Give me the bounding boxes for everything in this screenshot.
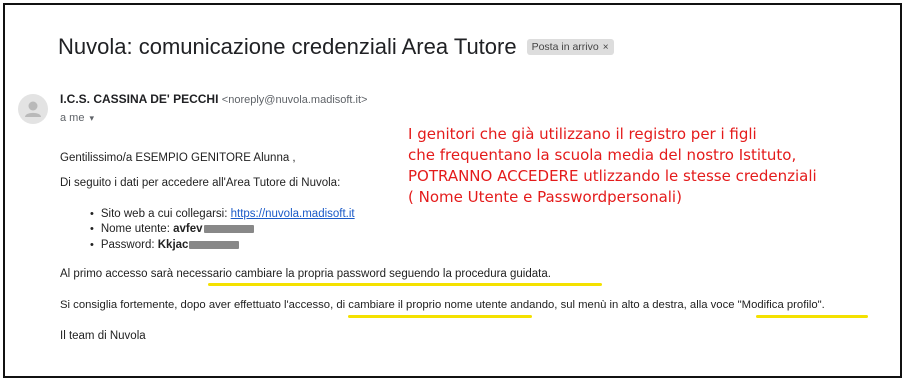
annotation-line: POTRANNO ACCEDERE utlizzando le stesse c…: [408, 167, 817, 185]
annotation-line: che frequentano la scuola media del nost…: [408, 146, 797, 164]
first-access-text: Al primo accesso sarà necessario cambiar…: [60, 268, 551, 280]
username-value: avfev: [173, 223, 203, 236]
annotation-line: I genitori che già utilizzano il registr…: [408, 125, 757, 143]
highlight-underline: [348, 315, 532, 318]
intro-text: Di seguito i dati per accedere all'Area …: [60, 177, 341, 189]
username-label: Nome utente:: [100, 223, 170, 236]
inbox-label-chip[interactable]: Posta in arrivo ×: [526, 39, 614, 55]
list-item-site: Sito web a cui collegarsi: https://nuvol…: [90, 206, 355, 222]
subject-row: Nuvola: comunicazione credenziali Area T…: [58, 34, 614, 60]
signature-text: Il team di Nuvola: [60, 330, 146, 342]
chevron-down-icon[interactable]: ▾: [90, 113, 95, 123]
highlight-underline: [756, 315, 868, 318]
password-value: Kkjac: [157, 238, 189, 251]
sender-line: I.C.S. CASSINA DE' PECCHI <noreply@nuvol…: [60, 92, 367, 106]
site-label: Sito web a cui collegarsi:: [100, 207, 228, 220]
site-link[interactable]: https://nuvola.madisoft.it: [231, 208, 355, 220]
annotation-note: I genitori che già utilizzano il registr…: [408, 124, 817, 208]
sender-avatar: [18, 94, 48, 124]
credentials-list: Sito web a cui collegarsi: https://nuvol…: [90, 206, 355, 253]
annotation-line: ( Nome Utente e Passwordpersonali): [408, 188, 682, 206]
list-item-username: Nome utente: avfev: [90, 222, 355, 238]
redaction-bar: [189, 240, 240, 249]
remove-label-icon[interactable]: ×: [603, 42, 609, 53]
advice-text: Si consiglia fortemente, dopo aver effet…: [60, 299, 825, 311]
person-icon: [25, 101, 41, 117]
recipient-line[interactable]: a me ▾: [60, 112, 94, 124]
highlight-underline: [208, 283, 602, 286]
redaction-bar: [203, 225, 254, 234]
inbox-label-text: Posta in arrivo: [531, 41, 599, 53]
password-label: Password:: [100, 238, 155, 251]
list-item-password: Password: Kkjac: [90, 237, 355, 253]
recipient-text: a me: [60, 112, 85, 124]
sender-email: <noreply@nuvola.madisoft.it>: [221, 94, 368, 106]
email-subject: Nuvola: comunicazione credenziali Area T…: [58, 34, 517, 59]
greeting-text: Gentilissimo/a ESEMPIO GENITORE Alunna ,: [60, 152, 296, 164]
sender-name: I.C.S. CASSINA DE' PECCHI: [60, 92, 219, 106]
